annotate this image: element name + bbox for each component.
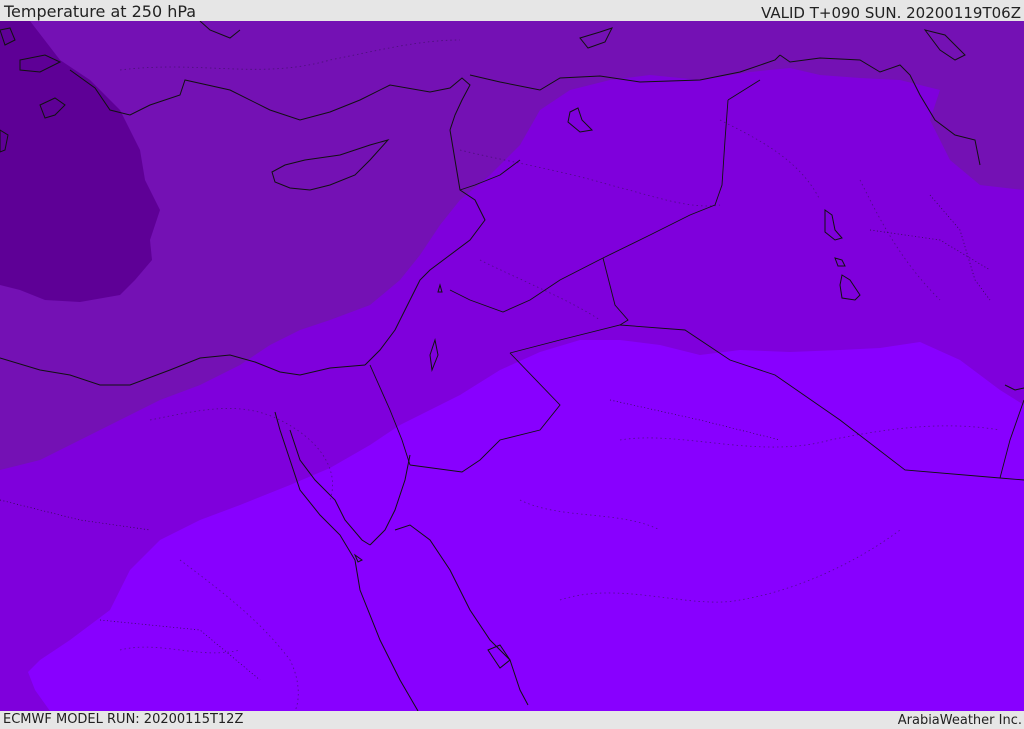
map-canvas [0, 21, 1024, 711]
map-footer: ECMWF MODEL RUN: 20200115T12Z ArabiaWeat… [0, 711, 1024, 729]
model-run: ECMWF MODEL RUN: 20200115T12Z [3, 712, 244, 727]
credit-text: ArabiaWeather Inc. [897, 713, 1022, 728]
map-title: Temperature at 250 hPa [4, 2, 197, 21]
valid-time: VALID T+090 SUN. 20200119T06Z [761, 4, 1021, 22]
map-header: Temperature at 250 hPa VALID T+090 SUN. … [0, 0, 1024, 21]
weather-map[interactable] [0, 21, 1024, 711]
